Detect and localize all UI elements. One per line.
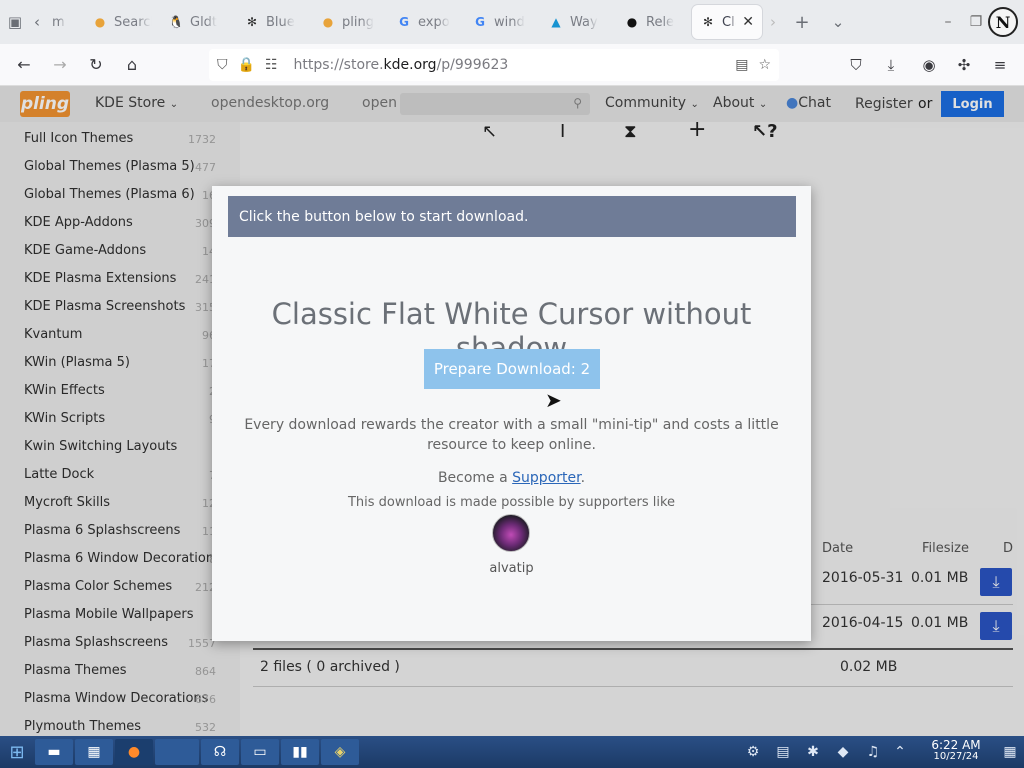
calculator-icon[interactable]: ▦ (75, 739, 113, 765)
forward-icon[interactable]: → (42, 44, 78, 86)
tab[interactable]: ✻ Blue (236, 5, 312, 39)
tab-strip: ▣ ‹ m ●Search 🐧Gldt ✻Blue ●pling Gexpo G… (0, 0, 1024, 44)
bookmark-star-icon[interactable]: ☆ (758, 57, 771, 73)
show-desktop-icon[interactable]: ▬ (35, 739, 73, 765)
kde-icon: ✻ (702, 15, 714, 29)
media-icon[interactable]: ▮▮ (281, 739, 319, 765)
tux-icon: 🐧 (168, 15, 184, 29)
terminal-icon[interactable]: ▭ (241, 739, 279, 765)
minimize-icon[interactable]: – (932, 0, 964, 44)
tab[interactable]: 🐧 Gldt (160, 5, 236, 39)
scroll-tabs-left-icon[interactable]: ‹ (30, 0, 44, 44)
back-icon[interactable]: ← (6, 44, 42, 86)
profile-avatar[interactable]: N (988, 7, 1018, 37)
url-bar[interactable]: ⛉ 🔒 ☷ https://store.kde.org/p/999623 ▤ ☆ (209, 49, 779, 81)
reload-icon[interactable]: ↻ (78, 44, 114, 86)
modal-banner: Click the button below to start download… (228, 196, 796, 237)
supporter-link[interactable]: Supporter (512, 470, 580, 486)
url-path: /p/999623 (436, 57, 509, 73)
tab[interactable]: ● pling (312, 5, 388, 39)
google-icon: G (399, 15, 409, 29)
prepare-download-button[interactable]: Prepare Download: 2 (424, 349, 600, 389)
pin-icon: ● (94, 15, 106, 29)
tab[interactable]: m (44, 5, 84, 39)
bluetooth-tray-icon[interactable]: ✱ (798, 736, 828, 768)
url-domain: kde.org (383, 57, 437, 73)
permissions-icon[interactable]: ☷ (265, 57, 278, 73)
tab-active[interactable]: ✻Cla✕ (692, 5, 762, 39)
nav-bar: ← → ↻ ⌂ ⛉ 🔒 ☷ https://store.kde.org/p/99… (0, 44, 1024, 86)
archlinux-icon: ▲ (551, 15, 561, 29)
tab-list-icon[interactable]: ▣ (0, 0, 30, 44)
supporter-avatar[interactable] (492, 514, 530, 552)
chevron-down-icon[interactable]: ⌄ (820, 0, 856, 44)
tab[interactable]: ● Rele (616, 5, 692, 39)
network-tray-icon[interactable]: ◆ (828, 736, 858, 768)
tab[interactable]: ▲ Way (540, 5, 616, 39)
tray-expand-icon[interactable]: ⌃ (888, 736, 912, 768)
start-menu-icon[interactable]: ⊞ (0, 736, 34, 768)
github-icon: ● (626, 15, 638, 29)
download-modal: Click the button below to start download… (212, 186, 811, 641)
scroll-tabs-right-icon[interactable]: › (762, 0, 784, 44)
calendar-tray-icon[interactable]: ▦ (996, 736, 1024, 768)
close-tab-icon[interactable]: ✕ (742, 14, 754, 30)
settings-tray-icon[interactable]: ⚙ (738, 736, 768, 768)
kde-icon: ✻ (246, 15, 258, 29)
downloads-icon[interactable]: ⤓ (873, 44, 909, 86)
taskbar: ⊞ ▬ ▦ ● ☊ ▭ ▮▮ ◈ ⚙ ▤ ✱ ◆ ♫ ⌃ ▦ (0, 736, 1024, 768)
clock[interactable]: 6:22 AM 10/27/24 (920, 739, 992, 763)
lock-icon[interactable]: 🔒 (238, 57, 255, 73)
pin-icon: ● (322, 15, 334, 29)
tab[interactable]: ●Search (84, 5, 160, 39)
tab[interactable]: Gwind (464, 5, 540, 39)
restore-icon[interactable]: ❐ (964, 0, 988, 44)
mouse-pointer-icon: ➤ (545, 388, 562, 412)
menu-icon[interactable]: ≡ (982, 44, 1018, 86)
home-icon[interactable]: ⌂ (114, 44, 150, 86)
become-text: Become a (437, 470, 508, 486)
url-prefix: https://store. (293, 57, 384, 73)
volume-tray-icon[interactable]: ♫ (858, 736, 888, 768)
url-text[interactable]: https://store.kde.org/p/999623 (294, 57, 509, 73)
download-note: Every download rewards the creator with … (244, 417, 779, 453)
extensions-icon[interactable]: ✣ (946, 44, 982, 86)
account-icon[interactable]: ◉ (911, 44, 947, 86)
clock-time: 6:22 AM (931, 738, 981, 752)
made-possible-text: This download is made possible by suppor… (347, 495, 676, 510)
google-icon: G (475, 15, 485, 29)
headphones-icon[interactable]: ☊ (201, 739, 239, 765)
supporter-name[interactable]: alvatip (212, 561, 811, 576)
reader-view-icon[interactable]: ▤ (735, 57, 748, 73)
period-text: . (580, 470, 586, 486)
storage-tray-icon[interactable]: ▤ (768, 736, 798, 768)
new-tab-icon[interactable]: + (784, 0, 820, 44)
app-icon[interactable]: ◈ (321, 739, 359, 765)
firefox-icon[interactable]: ● (115, 739, 153, 765)
clock-date: 10/27/24 (933, 751, 979, 762)
taskbar-slot[interactable] (155, 739, 199, 765)
become-supporter-line: Become a Supporter. (212, 470, 811, 486)
tab[interactable]: Gexpo (388, 5, 464, 39)
shield-icon[interactable]: ⛉ (217, 57, 228, 73)
pocket-icon[interactable]: ⛉ (838, 44, 874, 86)
